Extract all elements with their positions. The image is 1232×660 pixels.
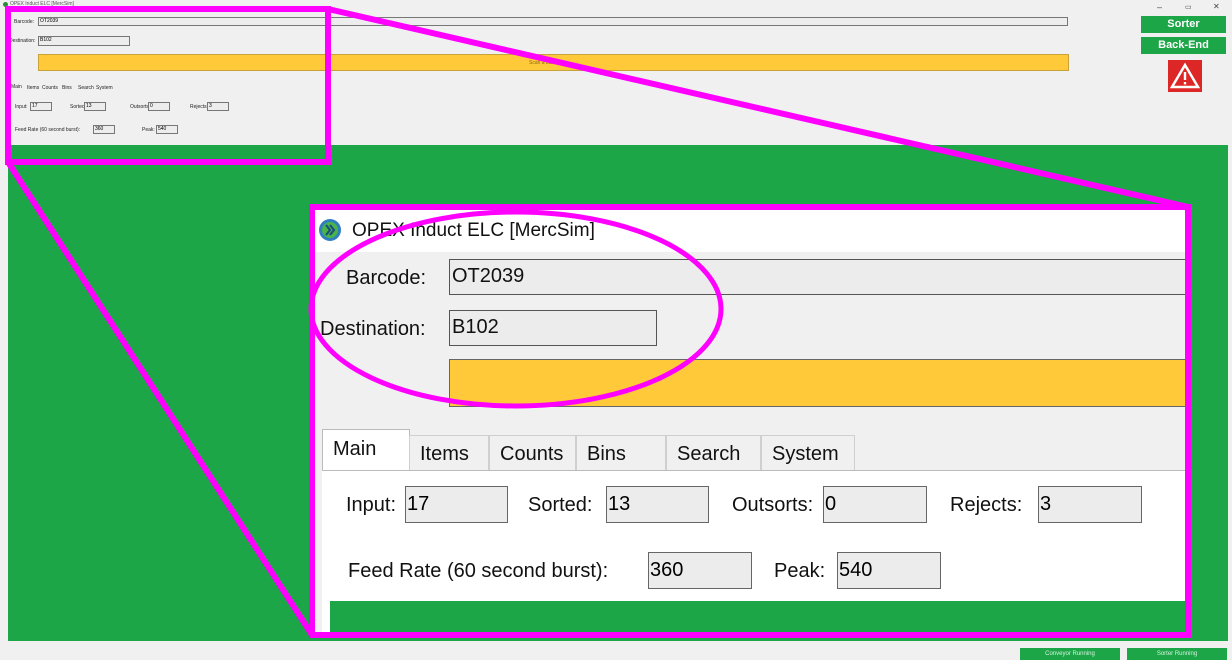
back-end-button[interactable]: Back-End	[1141, 37, 1226, 54]
rejects-label-small: Rejects:	[190, 104, 209, 110]
tab-main-small[interactable]: Main	[11, 84, 22, 90]
alert-button[interactable]	[1168, 60, 1202, 92]
barcode-label: Barcode:	[14, 19, 35, 25]
zoom-tab-counts[interactable]: Counts	[489, 435, 576, 471]
zoom-peak-field: 540	[837, 552, 941, 589]
tab-system-small[interactable]: System	[96, 85, 113, 91]
zoom-peak-label: Peak:	[774, 560, 826, 582]
sorter-button[interactable]: Sorter	[1141, 16, 1226, 33]
zoom-outsorts-field: 0	[823, 486, 927, 523]
zoom-rejects-field: 3	[1038, 486, 1142, 523]
sorted-field-small: 13	[84, 102, 106, 111]
status-banner-text: Scan a barcode	[529, 60, 565, 66]
feed-rate-label-small: Feed Rate (60 second burst):	[15, 127, 81, 133]
close-icon[interactable]: ✕	[1213, 2, 1220, 11]
zoom-green-panel	[330, 601, 1186, 634]
outsorts-field-small: 0	[148, 102, 170, 111]
window-title: OPEX Induct ELC [MercSim]	[10, 1, 74, 7]
minimize-icon[interactable]: –	[1157, 2, 1162, 12]
zoom-tab-main[interactable]: Main	[322, 429, 410, 471]
maximize-icon[interactable]: ▭	[1185, 3, 1192, 11]
zoom-titlebar: OPEX Induct ELC [MercSim]	[312, 208, 1186, 252]
tab-bins-small[interactable]: Bins	[62, 85, 72, 91]
zoom-barcode-field[interactable]: OT2039	[449, 259, 1186, 295]
zoom-tab-bins[interactable]: Bins	[576, 435, 666, 471]
rejects-field-small: 3	[207, 102, 229, 111]
input-label-small: Input:	[15, 104, 28, 110]
tab-search-small[interactable]: Search	[78, 85, 94, 91]
status-banner: Scan a barcode	[38, 54, 1069, 71]
zoom-tab-search[interactable]: Search	[666, 435, 761, 471]
zoom-input-label: Input:	[346, 494, 397, 516]
conveyor-status-button[interactable]: Conveyor Running	[1020, 648, 1120, 660]
zoom-sorted-field: 13	[606, 486, 709, 523]
zoom-destination-field[interactable]: B102	[449, 310, 657, 346]
feed-rate-field-small: 360	[93, 125, 115, 134]
zoom-feed-rate-label: Feed Rate (60 second burst):	[348, 560, 609, 582]
zoom-tab-items[interactable]: Items	[409, 435, 489, 471]
warning-icon	[1169, 62, 1201, 89]
zoom-rejects-label: Rejects:	[950, 494, 1023, 516]
sorter-status-button[interactable]: Sorter Running	[1127, 648, 1227, 660]
zoom-barcode-label: Barcode:	[346, 267, 427, 289]
zoom-sorted-label: Sorted:	[528, 494, 593, 516]
input-field-small: 17	[30, 102, 52, 111]
zoom-destination-label: Destination:	[320, 318, 426, 340]
barcode-field[interactable]: OT2039	[38, 17, 1068, 26]
zoom-tab-system[interactable]: System	[761, 435, 855, 471]
tab-items-small[interactable]: Items	[27, 85, 39, 91]
zoom-input-field: 17	[405, 486, 508, 523]
zoom-callout: OPEX Induct ELC [MercSim] Barcode: OT203…	[312, 208, 1186, 634]
peak-field-small: 540	[156, 125, 178, 134]
opex-logo-icon	[319, 219, 341, 241]
destination-label: Destination:	[9, 38, 36, 44]
zoom-outsorts-label: Outsorts:	[732, 494, 814, 516]
zoom-feed-rate-field: 360	[648, 552, 752, 589]
zoom-window-title: OPEX Induct ELC [MercSim]	[352, 220, 595, 241]
zoom-status-banner	[449, 359, 1186, 407]
tab-counts-small[interactable]: Counts	[42, 85, 58, 91]
destination-field[interactable]: B102	[38, 36, 130, 46]
app-icon	[3, 2, 8, 7]
peak-label-small: Peak:	[142, 127, 155, 133]
